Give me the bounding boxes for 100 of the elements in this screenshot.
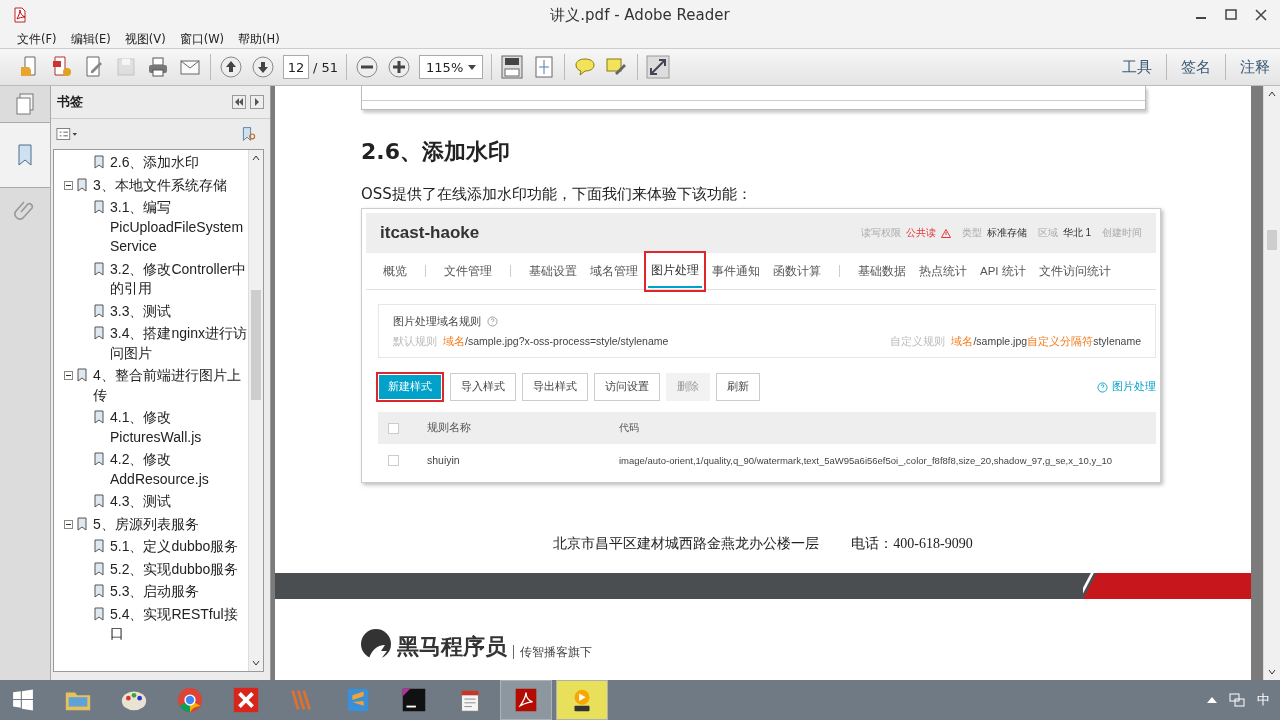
console-tab[interactable]: 热点统计	[916, 255, 970, 287]
expand-panel-icon[interactable]	[250, 95, 264, 109]
bookmark-item[interactable]: 5.3、启动服务	[110, 582, 200, 602]
help-icon	[1097, 381, 1108, 393]
zoom-dropdown[interactable]: 115%	[419, 55, 484, 79]
bookmark-item[interactable]: 5、房源列表服务	[93, 514, 199, 534]
bookmark-item[interactable]: 4.2、修改AddResource.js	[110, 450, 248, 489]
bookmark-icon	[77, 368, 87, 382]
up-caret-icon[interactable]	[1207, 697, 1217, 703]
bookmark-icon	[94, 261, 104, 276]
speech-bubble-icon[interactable]	[573, 55, 598, 79]
windows-logo-icon[interactable]	[12, 689, 34, 711]
bookmark-item[interactable]: 3.4、搭建nginx进行访问图片	[110, 324, 248, 363]
meta-value: 公共读	[905, 226, 936, 240]
panel-tab[interactable]: 签名	[1181, 57, 1211, 77]
bucket-name: itcast-haoke	[380, 223, 480, 243]
taskbar-button[interactable]	[556, 680, 608, 720]
section-heading: 2.6、添加水印	[361, 138, 511, 166]
scroll-down-icon[interactable]	[1267, 668, 1277, 676]
zoom-out-icon[interactable]	[355, 55, 380, 79]
scroll-down-icon[interactable]	[251, 659, 261, 667]
bookmark-icon	[94, 452, 104, 466]
caret-icon	[468, 64, 477, 70]
bookmark-icon	[94, 494, 104, 508]
collapse-icon[interactable]	[232, 95, 246, 109]
cross-icon	[231, 685, 261, 715]
bookmark-icon	[77, 177, 87, 192]
bookmark-item[interactable]: 4.3、测试	[110, 492, 172, 512]
scrollbar-thumb[interactable]	[1267, 230, 1277, 250]
menu-item[interactable]: 窗口(W)	[172, 31, 232, 47]
console-tab[interactable]: 文件访问统计	[1035, 255, 1114, 287]
bookmark-icon	[94, 539, 104, 553]
meta-label: 区域	[1037, 226, 1058, 240]
bookmark-icon	[94, 303, 104, 318]
phone-text: 电话：400-618-9090	[851, 535, 973, 553]
scroll-up-icon[interactable]	[1267, 90, 1277, 98]
console-tab[interactable]: 事件通知	[709, 255, 763, 287]
console-tab[interactable]: API 统计	[977, 255, 1029, 287]
bookmark-item[interactable]: 3.3、测试	[110, 301, 172, 321]
checkbox[interactable]	[388, 422, 399, 434]
scrollbar[interactable]	[1263, 86, 1280, 680]
rule-pattern: 自定义规则 域名/sample.jpg自定义分隔符stylename	[890, 335, 1141, 349]
menu-item[interactable]: 文件(F)	[10, 31, 64, 47]
print-icon[interactable]	[146, 55, 170, 79]
bookmark-icon	[94, 561, 104, 576]
window-title: 讲义.pdf - Adobe Reader	[550, 5, 730, 25]
toggle-icon[interactable]	[64, 519, 73, 529]
bookmark-item[interactable]: 3.1、编写PicUploadFileSystemService	[110, 198, 248, 257]
document-gear-icon[interactable]	[50, 55, 74, 79]
menu-item[interactable]: 视图(V)	[117, 31, 173, 47]
panel-title: 书签	[57, 93, 83, 111]
rule-pattern: 默认规则 域名/sample.jpg?x-oss-process=style/stylename	[393, 335, 669, 349]
toggle-icon[interactable]	[64, 371, 73, 380]
console-button[interactable]: 访问设置	[594, 373, 660, 401]
meta-value: 华北 1	[1062, 226, 1091, 240]
console-tab[interactable]: 基础数据	[855, 255, 909, 287]
menu-item[interactable]: 编辑(E)	[63, 31, 118, 47]
bookmark-icon	[94, 606, 104, 621]
console-tab[interactable]: 域名管理	[587, 255, 641, 287]
panel-tab[interactable]: 工具	[1122, 57, 1152, 77]
bookmark-item[interactable]: 5.1、定义dubbo服务	[110, 537, 239, 557]
logo-tagline: 传智播客旗下	[513, 645, 592, 659]
column-header: 规则名称	[427, 421, 472, 435]
panel-tab[interactable]: 注释	[1240, 57, 1270, 77]
zoom-in-icon[interactable]	[387, 55, 412, 79]
console-button[interactable]: 导出样式	[522, 373, 588, 401]
checkbox[interactable]	[388, 454, 399, 466]
options-icon[interactable]	[56, 126, 78, 142]
console-tab[interactable]: 概览	[380, 255, 410, 287]
scroll-up-icon[interactable]	[251, 154, 261, 162]
table-cell-text: shuiyin	[427, 454, 461, 466]
console-tab[interactable]: 基础设置	[526, 255, 580, 287]
bookmark-item[interactable]: 5.2、实现dubbo服务	[110, 559, 239, 579]
menu-item[interactable]: 帮助(H)	[231, 31, 287, 47]
pdf-icon	[12, 7, 28, 23]
toggle-icon[interactable]	[64, 180, 73, 190]
page-number-field[interactable]: 12	[283, 55, 309, 79]
fit-page-icon[interactable]	[500, 55, 525, 79]
scrollbar-thumb[interactable]	[251, 290, 261, 400]
paragraph: OSS提供了在线添加水印功能，下面我们来体验下该功能：	[361, 184, 753, 204]
meta-value: 标准存储	[986, 226, 1027, 240]
bookmark-item[interactable]: 5.4、实现RESTful接口	[110, 604, 248, 644]
expand-icon[interactable]	[646, 55, 671, 79]
bookmark-icon	[94, 584, 104, 598]
console-tab[interactable]: 文件管理	[441, 255, 495, 287]
console-button[interactable]: 导入样式	[450, 373, 516, 401]
console-tab[interactable]: 函数计算	[770, 255, 824, 287]
bookmark-item[interactable]: 3、本地文件系统存储	[93, 175, 227, 195]
horse-logo-icon	[361, 629, 391, 659]
bookmark-item[interactable]: 4、整合前端进行图片上传	[93, 366, 248, 405]
network-icon[interactable]	[1229, 692, 1245, 708]
bookmark-icon	[77, 516, 87, 531]
pages-icon[interactable]	[13, 92, 37, 116]
bookmark-icon	[94, 200, 104, 214]
bookmark-item[interactable]: 4.1、修改PicturesWall.js	[110, 408, 248, 447]
console-button[interactable]: 刷新	[716, 373, 760, 401]
bookmark-item[interactable]: 2.6、添加水印	[110, 153, 200, 173]
bookmark-item[interactable]: 3.2、修改Controller中的引用	[110, 259, 248, 299]
scrollbar[interactable]	[248, 150, 263, 671]
input-method-indicator[interactable]: 中	[1257, 691, 1270, 709]
